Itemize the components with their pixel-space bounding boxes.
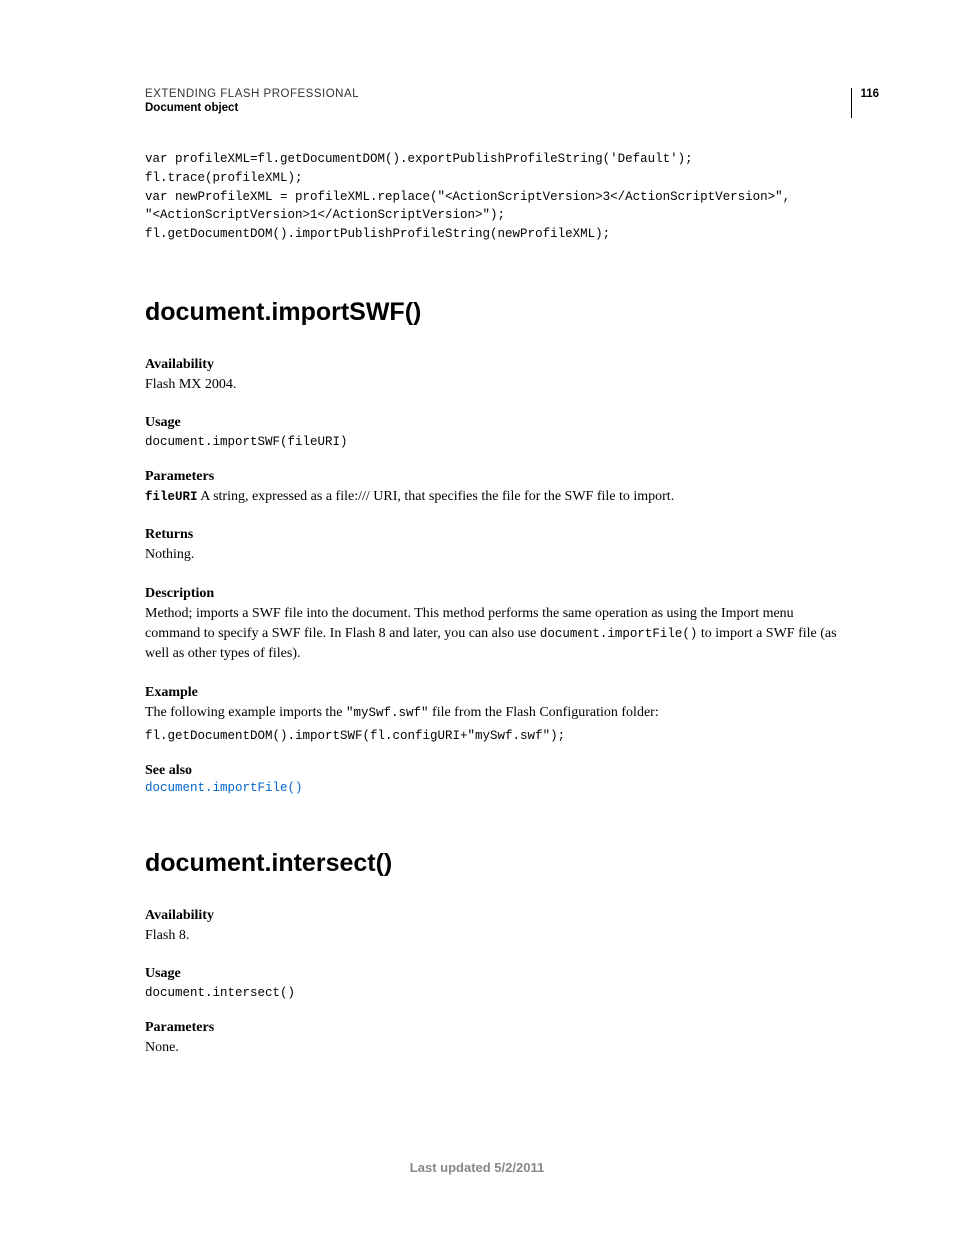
description-text: Method; imports a SWF file into the docu… (145, 604, 849, 665)
header-subtitle: Document object (145, 102, 849, 114)
param-name: fileURI (145, 490, 198, 504)
seealso-link[interactable]: document.importFile() (145, 781, 849, 795)
parameters2-text: None. (145, 1038, 849, 1058)
availability2-text: Flash 8. (145, 926, 849, 946)
page-number: 116 (851, 88, 879, 118)
returns-text: Nothing. (145, 545, 849, 565)
example-code: fl.getDocumentDOM().importSWF(fl.configU… (145, 729, 849, 743)
desc-inline-code: document.importFile() (540, 627, 698, 641)
availability2-label: Availability (145, 908, 849, 924)
example-before: The following example imports the (145, 705, 346, 720)
example-after: file from the Flash Configuration folder… (429, 705, 659, 720)
method-title-importswf: document.importSWF() (145, 298, 849, 327)
method-title-intersect: document.intersect() (145, 849, 849, 878)
parameter-row: fileURI A string, expressed as a file://… (145, 487, 849, 507)
page-footer: Last updated 5/2/2011 (0, 1160, 954, 1175)
page-header: EXTENDING FLASH PROFESSIONAL Document ob… (145, 88, 849, 114)
example-label: Example (145, 685, 849, 701)
page-content: EXTENDING FLASH PROFESSIONAL Document ob… (0, 0, 954, 1058)
example-text: The following example imports the "mySwf… (145, 703, 849, 723)
example-inline-code: "mySwf.swf" (346, 706, 429, 720)
returns-label: Returns (145, 527, 849, 543)
parameters2-label: Parameters (145, 1020, 849, 1036)
header-title: EXTENDING FLASH PROFESSIONAL (145, 88, 849, 100)
seealso-label: See also (145, 763, 849, 779)
top-code-block: var profileXML=fl.getDocumentDOM().expor… (145, 150, 849, 244)
description-label: Description (145, 586, 849, 602)
availability-label: Availability (145, 357, 849, 373)
usage2-label: Usage (145, 966, 849, 982)
param-desc: A string, expressed as a file:/// URI, t… (198, 489, 675, 504)
usage2-code: document.intersect() (145, 986, 849, 1000)
usage-code: document.importSWF(fileURI) (145, 435, 849, 449)
parameters-label: Parameters (145, 469, 849, 485)
usage-label: Usage (145, 415, 849, 431)
availability-text: Flash MX 2004. (145, 375, 849, 395)
